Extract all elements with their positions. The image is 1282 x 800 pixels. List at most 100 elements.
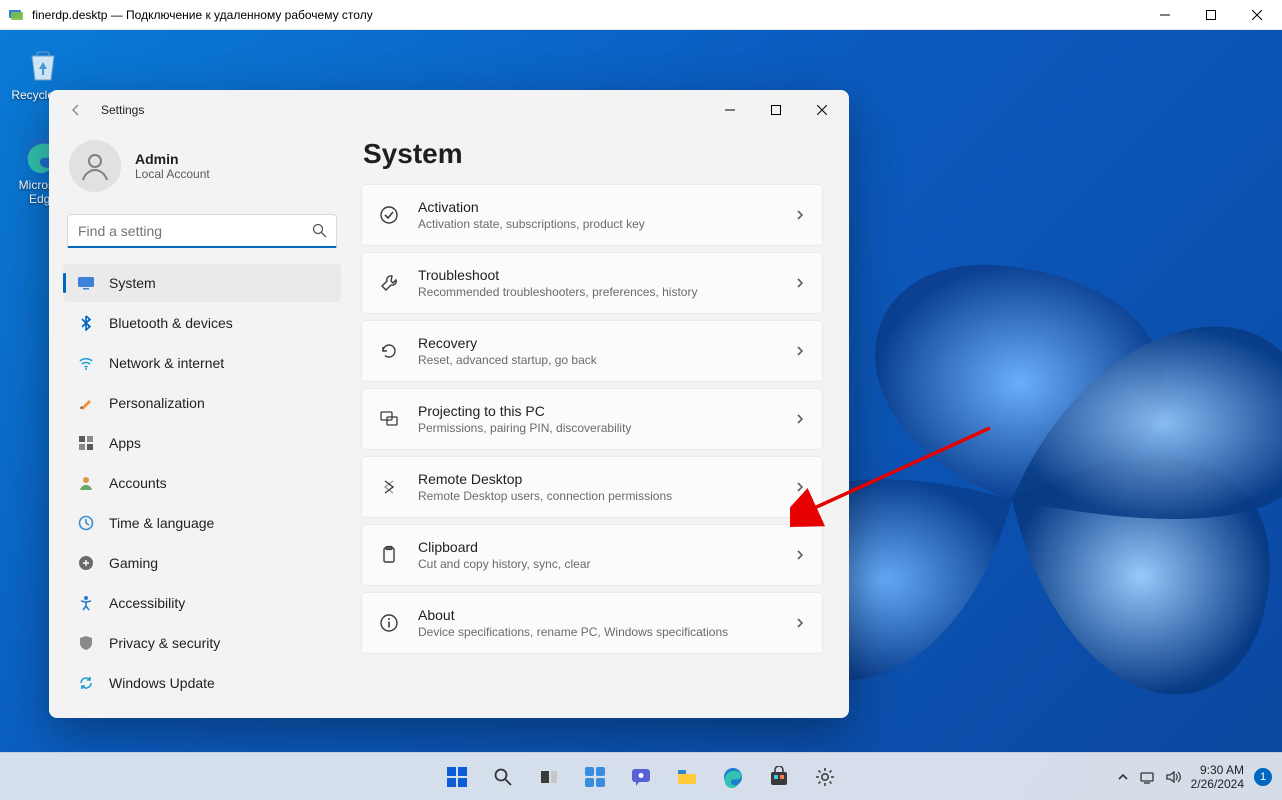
row-activation[interactable]: Activation Activation state, subscriptio… xyxy=(361,184,823,246)
clipboard-icon xyxy=(378,545,400,565)
nav-gaming[interactable]: Gaming xyxy=(63,544,341,582)
chevron-right-icon xyxy=(794,277,806,289)
outer-window-controls xyxy=(1142,0,1280,30)
row-title: Projecting to this PC xyxy=(418,403,776,419)
tray-overflow-button[interactable] xyxy=(1117,771,1129,783)
taskbar-clock[interactable]: 9:30 AM 2/26/2024 xyxy=(1191,763,1244,791)
taskbar-date: 2/26/2024 xyxy=(1191,777,1244,791)
activation-icon xyxy=(378,205,400,225)
chevron-right-icon xyxy=(794,617,806,629)
row-title: About xyxy=(418,607,776,623)
chevron-right-icon xyxy=(794,209,806,221)
volume-tray-icon[interactable] xyxy=(1165,769,1181,785)
apps-icon xyxy=(77,434,95,452)
row-desc: Remote Desktop users, connection permiss… xyxy=(418,489,776,503)
settings-nav: System Bluetooth & devices Network & int… xyxy=(63,264,341,702)
nav-system[interactable]: System xyxy=(63,264,341,302)
accounts-icon xyxy=(77,474,95,492)
file-explorer-button[interactable] xyxy=(667,757,707,797)
network-icon xyxy=(77,354,95,372)
nav-label: Personalization xyxy=(109,395,205,411)
nav-privacy[interactable]: Privacy & security xyxy=(63,624,341,662)
settings-minimize-button[interactable] xyxy=(707,94,753,126)
taskbar-search-button[interactable] xyxy=(483,757,523,797)
row-title: Recovery xyxy=(418,335,776,351)
nav-label: Windows Update xyxy=(109,675,215,691)
notification-badge[interactable]: 1 xyxy=(1254,768,1272,786)
settings-sidebar: Admin Local Account System xyxy=(49,130,355,718)
nav-personalization[interactable]: Personalization xyxy=(63,384,341,422)
row-projecting[interactable]: Projecting to this PC Permissions, pairi… xyxy=(361,388,823,450)
bluetooth-icon xyxy=(77,314,95,332)
nav-accounts[interactable]: Accounts xyxy=(63,464,341,502)
troubleshoot-icon xyxy=(378,273,400,293)
accessibility-icon xyxy=(77,594,95,612)
row-troubleshoot[interactable]: Troubleshoot Recommended troubleshooters… xyxy=(361,252,823,314)
settings-taskbar-button[interactable] xyxy=(805,757,845,797)
row-desc: Permissions, pairing PIN, discoverabilit… xyxy=(418,421,776,435)
settings-search xyxy=(67,214,337,248)
store-button[interactable] xyxy=(759,757,799,797)
desktop-area: Recycle Bin Microsoft Edge Settings xyxy=(0,30,1282,800)
remote-desktop-icon xyxy=(378,477,400,497)
nav-apps[interactable]: Apps xyxy=(63,424,341,462)
taskbar-center xyxy=(437,757,845,797)
settings-maximize-button[interactable] xyxy=(753,94,799,126)
network-tray-icon[interactable] xyxy=(1139,769,1155,785)
row-title: Activation xyxy=(418,199,776,215)
row-desc: Recommended troubleshooters, preferences… xyxy=(418,285,776,299)
rdp-icon xyxy=(8,7,24,23)
update-icon xyxy=(77,674,95,692)
back-button[interactable] xyxy=(69,103,83,117)
row-desc: Activation state, subscriptions, product… xyxy=(418,217,776,231)
system-icon xyxy=(77,274,95,292)
nav-label: Gaming xyxy=(109,555,158,571)
settings-window-controls xyxy=(707,94,845,126)
nav-label: Apps xyxy=(109,435,141,451)
settings-window: Settings Admin Local Account xyxy=(49,90,849,718)
nav-label: Network & internet xyxy=(109,355,224,371)
row-about[interactable]: About Device specifications, rename PC, … xyxy=(361,592,823,654)
settings-window-title: Settings xyxy=(101,103,689,117)
gaming-icon xyxy=(77,554,95,572)
nav-bluetooth[interactable]: Bluetooth & devices xyxy=(63,304,341,342)
start-button[interactable] xyxy=(437,757,477,797)
row-title: Troubleshoot xyxy=(418,267,776,283)
taskview-button[interactable] xyxy=(529,757,569,797)
time-icon xyxy=(77,514,95,532)
chevron-right-icon xyxy=(794,345,806,357)
outer-window-title: finerdp.desktp — Подключение к удаленном… xyxy=(32,8,1134,22)
settings-content: System Activation Activation state, subs… xyxy=(355,130,849,718)
row-desc: Reset, advanced startup, go back xyxy=(418,353,776,367)
user-profile-block[interactable]: Admin Local Account xyxy=(63,134,341,208)
search-input[interactable] xyxy=(67,214,337,248)
outer-window-titlebar: finerdp.desktp — Подключение к удаленном… xyxy=(0,0,1282,30)
settings-titlebar[interactable]: Settings xyxy=(49,90,849,130)
row-desc: Cut and copy history, sync, clear xyxy=(418,557,776,571)
nav-label: Privacy & security xyxy=(109,635,220,651)
nav-accessibility[interactable]: Accessibility xyxy=(63,584,341,622)
nav-network[interactable]: Network & internet xyxy=(63,344,341,382)
taskbar-time: 9:30 AM xyxy=(1191,763,1244,777)
edge-taskbar-button[interactable] xyxy=(713,757,753,797)
row-title: Clipboard xyxy=(418,539,776,555)
nav-time[interactable]: Time & language xyxy=(63,504,341,542)
nav-update[interactable]: Windows Update xyxy=(63,664,341,702)
personalization-icon xyxy=(77,394,95,412)
row-clipboard[interactable]: Clipboard Cut and copy history, sync, cl… xyxy=(361,524,823,586)
settings-close-button[interactable] xyxy=(799,94,845,126)
chat-button[interactable] xyxy=(621,757,661,797)
user-name: Admin xyxy=(135,151,210,167)
outer-minimize-button[interactable] xyxy=(1142,0,1188,30)
row-recovery[interactable]: Recovery Reset, advanced startup, go bac… xyxy=(361,320,823,382)
row-remote-desktop[interactable]: Remote Desktop Remote Desktop users, con… xyxy=(361,456,823,518)
nav-label: Accessibility xyxy=(109,595,185,611)
taskbar-tray: 9:30 AM 2/26/2024 1 xyxy=(1117,753,1272,800)
outer-maximize-button[interactable] xyxy=(1188,0,1234,30)
widgets-button[interactable] xyxy=(575,757,615,797)
taskbar: 9:30 AM 2/26/2024 1 xyxy=(0,752,1282,800)
outer-close-button[interactable] xyxy=(1234,0,1280,30)
row-desc: Device specifications, rename PC, Window… xyxy=(418,625,776,639)
recycle-bin-icon xyxy=(22,44,64,86)
nav-label: Time & language xyxy=(109,515,214,531)
